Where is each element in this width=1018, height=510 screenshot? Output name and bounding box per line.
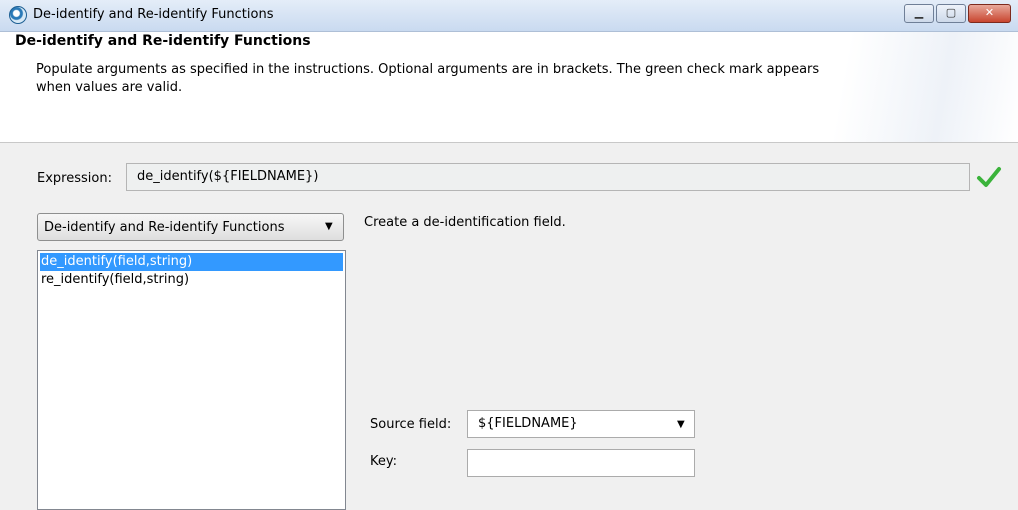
chevron-down-icon[interactable]: ▼: [325, 221, 333, 232]
valid-check-icon: [977, 167, 1001, 187]
window-title: De-identify and Re-identify Functions: [33, 7, 274, 22]
maximize-button[interactable]: ▢: [936, 4, 966, 23]
expression-field[interactable]: de_identify(${FIELDNAME}): [126, 163, 970, 191]
source-field-dropdown[interactable]: ${FIELDNAME}: [467, 410, 695, 438]
key-label: Key:: [370, 454, 398, 469]
function-list[interactable]: de_identify(field,string) re_identify(fie…: [37, 250, 346, 510]
minimize-button[interactable]: ▁: [904, 4, 934, 23]
expression-label: Expression:: [37, 171, 112, 186]
function-description: Create a de-identification field.: [364, 215, 566, 230]
window-titlebar: De-identify and Re-identify Functions ▁ …: [0, 0, 1018, 32]
function-list-item[interactable]: de_identify(field,string): [40, 253, 343, 271]
source-field-label: Source field:: [370, 417, 452, 432]
key-input[interactable]: [467, 449, 695, 477]
function-list-item[interactable]: re_identify(field,string): [38, 271, 345, 289]
category-dropdown[interactable]: De-identify and Re-identify Functions: [37, 213, 344, 241]
chevron-down-icon[interactable]: ▼: [677, 419, 685, 430]
close-button[interactable]: ✕: [968, 4, 1011, 23]
dialog-title: De-identify and Re-identify Functions: [15, 33, 311, 49]
dialog-description: Populate arguments as specified in the i…: [36, 62, 820, 95]
app-icon: [9, 6, 27, 24]
